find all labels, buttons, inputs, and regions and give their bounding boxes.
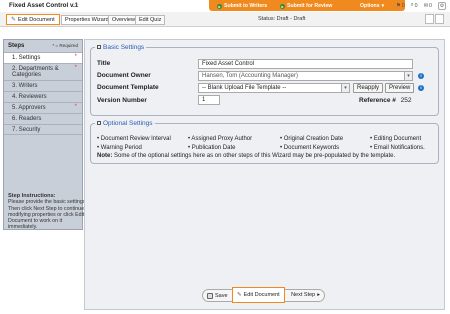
flag-icon: ⚑ (395, 2, 401, 9)
collapse-icon[interactable] (97, 121, 101, 126)
pencil-icon: ✎ (237, 292, 242, 298)
chevron-down-icon: ▾ (404, 72, 412, 80)
counters: ⚑ 0 ⌕ 0 ✉ 0 (396, 2, 432, 9)
arrow-right-icon: ▸ (317, 292, 320, 298)
steps-header: Steps * = Required (4, 40, 82, 52)
step-security[interactable]: 7. Security (4, 124, 82, 135)
list-item: • Publication Date (188, 145, 236, 151)
title-input[interactable]: Fixed Asset Control (198, 59, 413, 69)
view-button[interactable] (425, 14, 434, 24)
step-instructions: Step Instructions: Please provide the ba… (8, 193, 87, 231)
optional-settings-legend: Optional Settings (103, 120, 153, 127)
edit-document-footer-button[interactable]: ✎ Edit Document (232, 287, 285, 303)
view-button[interactable] (435, 14, 444, 24)
list-item: • Warning Period (97, 145, 142, 151)
step-reviewers[interactable]: 4. Reviewers (4, 91, 82, 102)
list-item: • Original Creation Date (280, 136, 344, 142)
tab-properties-wizard[interactable]: Properties Wizard (61, 15, 113, 25)
arrow-right-icon: ▸ (217, 3, 222, 9)
options-menu-button[interactable]: Options ▾ (360, 3, 384, 9)
step-approvers[interactable]: 5. Approvers * (4, 102, 82, 113)
optional-settings-section: Optional Settings • Document Review Inte… (90, 120, 439, 164)
info-icon[interactable]: i (418, 73, 424, 79)
list-item: • Document Review Interval (97, 136, 171, 142)
tab-edit-quiz[interactable]: Edit Quiz (135, 15, 166, 25)
optional-settings-list: • Document Review Interval • Assigned Pr… (97, 135, 425, 153)
action-bar: ▸ Submit to Writers ▸ Submit for Review … (209, 0, 405, 11)
submit-to-writers-button[interactable]: ▸ Submit to Writers (217, 3, 267, 9)
comment-icon: ✉ (423, 2, 429, 9)
version-number-input[interactable]: 1 (198, 95, 220, 105)
document-template-select[interactable]: -- Blank Upload File Template -- ▾ (198, 83, 350, 93)
document-template-label: Document Template (97, 84, 159, 91)
document-owner-select[interactable]: Hansen, Tom (Accounting Manager) ▾ (198, 71, 413, 81)
required-marker: * (74, 54, 77, 60)
optional-settings-note: Note: Some of the optional settings here… (97, 153, 396, 159)
step-settings[interactable]: 1. Settings * (4, 52, 82, 63)
attachment-count[interactable]: ⌕ 0 (411, 2, 418, 9)
arrow-right-icon: ▸ (280, 3, 285, 9)
toolbar-view-buttons (425, 14, 444, 24)
flag-count[interactable]: ⚑ 0 (396, 2, 405, 9)
list-item: • Document Keywords (280, 145, 340, 151)
settings-gear-icon[interactable]: ⚙ (438, 2, 446, 10)
document-title: Fixed Asset Control v.1 (9, 2, 79, 9)
reapply-button[interactable]: Reapply (353, 83, 384, 93)
main-panel: Basic Settings Title Fixed Asset Control… (84, 39, 445, 310)
comment-count[interactable]: ✉ 0 (424, 2, 432, 9)
basic-settings-legend: Basic Settings (103, 44, 145, 51)
save-icon (207, 292, 213, 299)
title-label: Title (97, 60, 111, 67)
toolbar: ✎ Edit Document Properties Wizard Overvi… (0, 12, 450, 27)
steps-title: Steps (8, 43, 25, 49)
preview-button[interactable]: Preview (385, 83, 415, 93)
step-departments-categories[interactable]: 2. Departments & Categories * (4, 63, 82, 80)
next-step-button[interactable]: Next Step ▸ (291, 292, 320, 298)
submit-for-review-button[interactable]: ▸ Submit for Review (280, 3, 332, 9)
version-number-label: Version Number (97, 97, 147, 104)
info-icon[interactable]: i (418, 85, 424, 91)
paperclip-icon: ⌕ (410, 2, 414, 8)
collapse-icon[interactable] (97, 45, 101, 50)
wizard-footer: Save ✎ Edit Document Next Step ▸ (202, 287, 325, 303)
edit-document-button[interactable]: ✎ Edit Document (6, 14, 60, 25)
required-marker: * (74, 104, 77, 110)
basic-settings-section: Basic Settings Title Fixed Asset Control… (90, 44, 439, 116)
required-legend: * = Required (52, 43, 78, 48)
step-readers[interactable]: 6. Readers (4, 113, 82, 124)
step-writers[interactable]: 3. Writers (4, 80, 82, 91)
chevron-down-icon: ▾ (341, 84, 349, 92)
list-item: • Assigned Proxy Author (188, 136, 253, 142)
title-bar: Fixed Asset Control v.1 ☆ ▸ Submit to Wr… (0, 0, 450, 12)
required-marker: * (74, 65, 77, 71)
document-status: Status: Draft - Draft (258, 16, 306, 22)
list-item: • Editing Document (370, 136, 422, 142)
list-item: • Email Notifications. (370, 145, 425, 151)
document-owner-label: Document Owner (97, 72, 151, 79)
steps-panel: Steps * = Required 1. Settings * 2. Depa… (3, 39, 87, 230)
reference-number: Reference # 252 (359, 97, 412, 104)
chevron-down-icon: ▾ (381, 3, 385, 9)
save-button[interactable]: Save (203, 292, 233, 299)
favorite-star-icon[interactable]: ☆ (73, 1, 79, 9)
pencil-icon: ✎ (11, 17, 17, 23)
